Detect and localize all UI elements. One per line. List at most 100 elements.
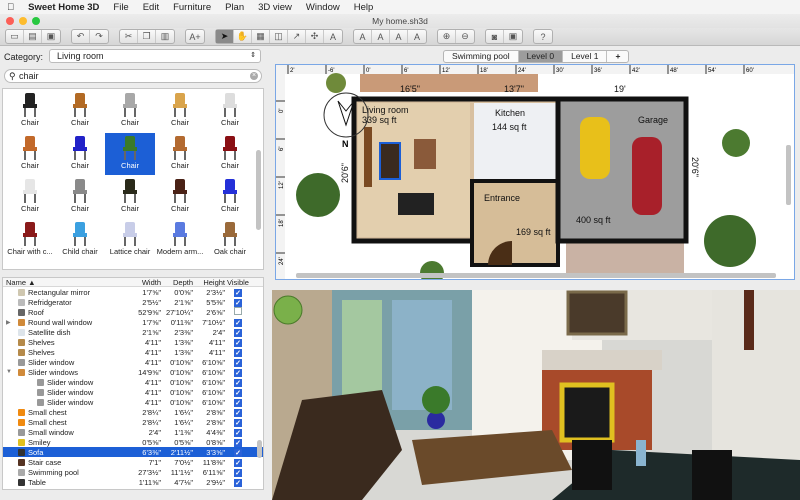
- visible-checkbox[interactable]: ✓: [234, 448, 242, 457]
- table-row[interactable]: Smiley 0'5⅝" 0'5⅝" 0'8⅝" ✓: [3, 437, 263, 447]
- plan-view[interactable]: 2' -6' 0' 6' 12' 18' 24' 30' 36' 42' 48' 54' 60' 0' 6'…: [275, 64, 795, 280]
- create-rooms-button[interactable]: ◫: [270, 30, 288, 43]
- column-width[interactable]: Width: [133, 278, 161, 287]
- catalog-item[interactable]: Chair: [5, 133, 55, 175]
- visible-checkbox[interactable]: ✓: [234, 458, 242, 467]
- menu-3d-view[interactable]: 3D view: [251, 2, 299, 13]
- visible-checkbox[interactable]: ✓: [234, 338, 242, 347]
- visible-checkbox[interactable]: ✓: [234, 378, 242, 387]
- expander-icon[interactable]: ▼: [6, 369, 18, 375]
- new-file-button[interactable]: ▭: [6, 30, 24, 43]
- 3d-view[interactable]: [272, 290, 800, 500]
- visible-checkbox[interactable]: ✓: [234, 408, 242, 417]
- tab-swimming-pool[interactable]: Swimming pool: [444, 51, 519, 62]
- plan-vertical-scrollbar[interactable]: [786, 145, 791, 205]
- visible-checkbox[interactable]: ✓: [234, 468, 242, 477]
- zoom-button[interactable]: [32, 17, 40, 25]
- table-row[interactable]: Shelves 4'11" 1'3⅜" 4'11" ✓: [3, 347, 263, 357]
- copy-button[interactable]: ❐: [138, 30, 156, 43]
- column-name[interactable]: Name ▲: [3, 278, 133, 286]
- visible-checkbox[interactable]: ✓: [234, 388, 242, 397]
- table-row[interactable]: Stair case 7'1" 7'0½" 11'8⅜" ✓: [3, 457, 263, 467]
- visible-checkbox[interactable]: ✓: [234, 398, 242, 407]
- cut-button[interactable]: ✂: [120, 30, 138, 43]
- paste-button[interactable]: ▥: [156, 30, 174, 43]
- open-button[interactable]: ▤: [24, 30, 42, 43]
- catalog-item[interactable]: Chair: [105, 133, 155, 175]
- table-row[interactable]: ▶ Round wall window 1'7⅝" 0'11⅜" 7'10½" ✓: [3, 317, 263, 327]
- search-input[interactable]: ⚲ chair ×: [4, 69, 262, 83]
- visible-checkbox[interactable]: ✓: [234, 348, 242, 357]
- catalog-item[interactable]: Lattice chair: [105, 219, 155, 261]
- catalog-item[interactable]: Chair: [55, 176, 105, 218]
- modify-text-style-button[interactable]: A: [354, 30, 372, 43]
- minimize-button[interactable]: [19, 17, 27, 25]
- visible-checkbox[interactable]: ✓: [234, 358, 242, 367]
- clear-search-icon[interactable]: ×: [250, 72, 258, 80]
- table-row[interactable]: Roof 52'9⅝" 27'10¼" 2'6⅝": [3, 307, 263, 317]
- bold-button[interactable]: A: [372, 30, 390, 43]
- 3d-scene[interactable]: [272, 290, 800, 500]
- menu-plan[interactable]: Plan: [218, 2, 251, 13]
- table-row[interactable]: Swimming pool 27'3½" 11'1½" 6'11⅝" ✓: [3, 467, 263, 477]
- table-row[interactable]: Slider window 4'11" 0'10⅝" 6'10⅝" ✓: [3, 357, 263, 367]
- visible-checkbox[interactable]: ✓: [234, 288, 242, 297]
- italic-button[interactable]: A: [390, 30, 408, 43]
- visible-checkbox[interactable]: ✓: [234, 328, 242, 337]
- menu-furniture[interactable]: Furniture: [166, 2, 218, 13]
- visible-checkbox[interactable]: ✓: [234, 298, 242, 307]
- visible-checkbox[interactable]: ✓: [234, 428, 242, 437]
- menu-file[interactable]: File: [106, 2, 135, 13]
- tab-level-0[interactable]: Level 0: [518, 51, 564, 62]
- catalog-item[interactable]: Chair: [155, 133, 205, 175]
- table-row[interactable]: Slider window 4'11" 0'10⅝" 6'10⅝" ✓: [3, 377, 263, 387]
- visible-checkbox[interactable]: ✓: [234, 418, 242, 427]
- app-menu[interactable]: Sweet Home 3D: [21, 2, 106, 13]
- visible-checkbox[interactable]: ✓: [234, 438, 242, 447]
- create-walls-button[interactable]: ▦: [252, 30, 270, 43]
- visible-checkbox[interactable]: [234, 307, 242, 315]
- catalog-item[interactable]: Chair: [205, 176, 255, 218]
- table-row[interactable]: Small chest 2'8¼" 1'6¼" 2'8⅝" ✓: [3, 407, 263, 417]
- catalog-item[interactable]: Child chair: [55, 219, 105, 261]
- catalog-item[interactable]: Chair with c...: [5, 219, 55, 261]
- text-size-button[interactable]: A: [408, 30, 426, 43]
- table-row[interactable]: Satellite dish 2'1⅝" 2'3⅜" 2'4" ✓: [3, 327, 263, 337]
- table-row[interactable]: Slider window 4'11" 0'10⅝" 6'10⅝" ✓: [3, 397, 263, 407]
- visible-checkbox[interactable]: ✓: [234, 318, 242, 327]
- select-button[interactable]: ➤: [216, 30, 234, 43]
- add-level-button[interactable]: +: [607, 51, 628, 62]
- zoom-out-button[interactable]: ⊖: [456, 30, 474, 43]
- table-row[interactable]: Shelves 4'11" 1'3⅜" 4'11" ✓: [3, 337, 263, 347]
- create-photo-button[interactable]: ◙: [486, 30, 504, 43]
- menu-window[interactable]: Window: [299, 2, 347, 13]
- catalog-item[interactable]: Chair: [55, 133, 105, 175]
- close-button[interactable]: [6, 17, 14, 25]
- catalog-item[interactable]: Chair: [205, 133, 255, 175]
- undo-button[interactable]: ↶: [72, 30, 90, 43]
- table-row[interactable]: Small chest 2'8¼" 1'6¼" 2'8⅝" ✓: [3, 417, 263, 427]
- catalog-item[interactable]: Chair: [205, 90, 255, 132]
- table-row[interactable]: Small window 2'4" 1'1⅜" 4'4⅜" ✓: [3, 427, 263, 437]
- help-button[interactable]: ?: [534, 30, 552, 43]
- floor-plan[interactable]: 2' -6' 0' 6' 12' 18' 24' 30' 36' 42' 48' 54' 60' 0' 6'…: [276, 65, 795, 280]
- column-height[interactable]: Height: [193, 278, 225, 287]
- create-polylines-button[interactable]: ↗: [288, 30, 306, 43]
- catalog-item[interactable]: Modern arm...: [155, 219, 205, 261]
- navigation-arrows-icon[interactable]: [273, 295, 303, 325]
- category-select[interactable]: Living room ⇕: [49, 49, 261, 63]
- column-visible[interactable]: Visible: [225, 278, 251, 287]
- catalog-item[interactable]: Oak chair: [205, 219, 255, 261]
- column-depth[interactable]: Depth: [161, 278, 193, 287]
- tab-level-1[interactable]: Level 1: [563, 51, 608, 62]
- catalog-scrollbar[interactable]: [256, 150, 261, 230]
- catalog-item[interactable]: Chair: [5, 90, 55, 132]
- expander-icon[interactable]: ▶: [6, 319, 18, 326]
- apple-menu-icon[interactable]: : [0, 2, 21, 13]
- catalog-item[interactable]: Chair: [105, 90, 155, 132]
- table-row[interactable]: ▼ Slider windows 14'9⅝" 0'10⅝" 6'10⅝" ✓: [3, 367, 263, 377]
- create-dimensions-button[interactable]: ✣: [306, 30, 324, 43]
- table-scrollbar[interactable]: [257, 440, 262, 458]
- plan-horizontal-scrollbar[interactable]: [296, 273, 776, 278]
- redo-button[interactable]: ↷: [90, 30, 108, 43]
